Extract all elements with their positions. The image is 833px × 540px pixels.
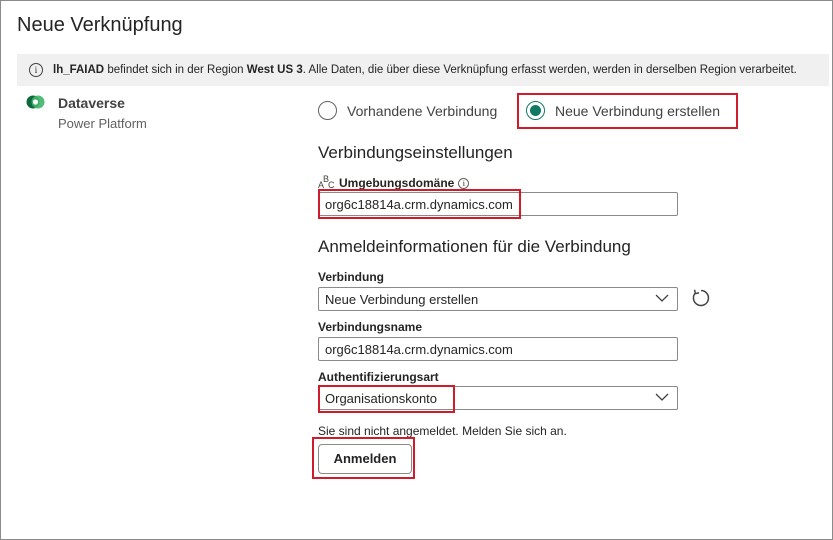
chevron-down-icon: [655, 393, 669, 401]
signin-message: Sie sind nicht angemeldet. Melden Sie si…: [318, 424, 567, 438]
radio-circle: [318, 101, 337, 120]
connection-dropdown[interactable]: Neue Verbindung erstellen: [318, 287, 678, 311]
auth-kind-dropdown-value: Organisationskonto: [325, 391, 438, 406]
dialog-title: Neue Verknüpfung: [17, 14, 183, 36]
signin-button[interactable]: Anmelden: [318, 444, 412, 474]
refresh-icon[interactable]: [690, 287, 712, 309]
region-name: West US 3: [246, 64, 303, 76]
radio-new-connection[interactable]: Neue Verbindung erstellen: [526, 101, 720, 120]
info-icon: i: [29, 63, 43, 77]
connection-label: Verbindung: [318, 270, 384, 284]
domain-label: Umgebungsdomäne i: [339, 176, 470, 190]
connection-name-label: Verbindungsname: [318, 320, 423, 334]
domain-input[interactable]: org6c18814a.crm.dynamics.com: [318, 192, 678, 216]
connection-dropdown-value: Neue Verbindung erstellen: [325, 292, 479, 307]
radio-label: Neue Verbindung erstellen: [555, 102, 721, 119]
info-text: lh_FAIAD befindet sich in der Region Wes…: [53, 64, 797, 76]
connection-name-input[interactable]: org6c18814a.crm.dynamics.com: [318, 337, 678, 361]
auth-kind-dropdown[interactable]: Organisationskonto: [318, 386, 678, 410]
source-subtitle: Power Platform: [58, 116, 147, 131]
auth-kind-label: Authentifizierungsart: [318, 370, 439, 384]
lakehouse-name: lh_FAIAD: [53, 64, 105, 76]
chevron-down-icon: [655, 294, 669, 302]
radio-label: Vorhandene Verbindung: [347, 102, 498, 119]
connection-settings-heading: Verbindungseinstellungen: [318, 143, 513, 162]
text-type-icon: A B C: [318, 174, 335, 190]
radio-existing-connection[interactable]: Vorhandene Verbindung: [318, 101, 497, 120]
region-info-bar: i lh_FAIAD befindet sich in der Region W…: [17, 54, 829, 86]
radio-circle-selected: [526, 101, 545, 120]
info-hint-icon[interactable]: i: [458, 178, 470, 189]
credentials-heading: Anmeldeinformationen für die Verbindung: [318, 237, 631, 256]
source-name: Dataverse: [58, 95, 125, 111]
dataverse-logo-icon: [26, 95, 45, 109]
